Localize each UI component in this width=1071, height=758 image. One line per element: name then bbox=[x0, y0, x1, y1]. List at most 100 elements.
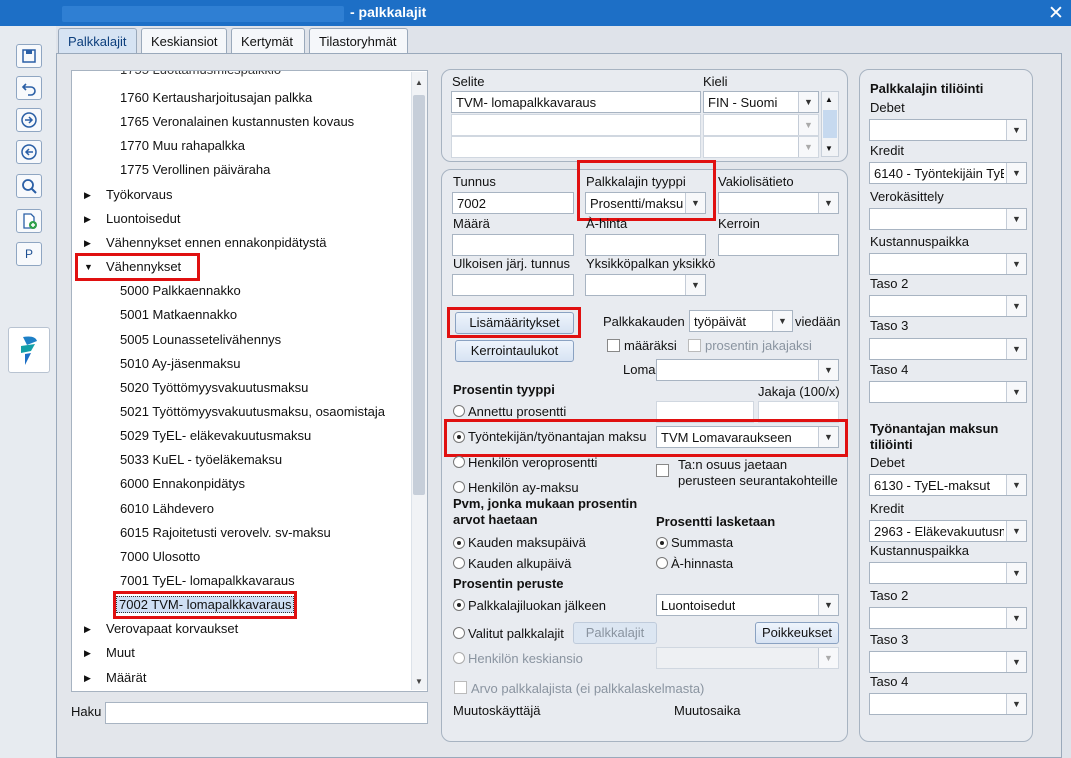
maara-input[interactable] bbox=[452, 234, 574, 256]
tab-palkkalajit[interactable]: Palkkalajit bbox=[58, 28, 137, 54]
tree-item[interactable]: 5005 Lounassetelivähennys bbox=[118, 329, 283, 351]
tree-item[interactable]: 5001 Matkaennakko bbox=[118, 304, 239, 326]
ahinta-input[interactable] bbox=[585, 234, 706, 256]
kieli-select[interactable]: FIN - Suomi ▼ bbox=[703, 91, 819, 113]
ulkoisen-input[interactable] bbox=[452, 274, 574, 296]
next-icon[interactable] bbox=[16, 108, 42, 132]
collapsed-arrow-icon[interactable]: ▶ bbox=[84, 642, 104, 664]
tree-item[interactable]: ▶ Luontoisedut bbox=[84, 208, 182, 230]
kieli-select-2[interactable]: ▼ bbox=[703, 114, 819, 136]
tree-item[interactable]: 1760 Kertausharjoitusajan palkka bbox=[118, 87, 314, 109]
kerrointaulukot-button[interactable]: Kerrointaulukot bbox=[455, 340, 574, 362]
prosentin-jakajaksi-checkbox[interactable] bbox=[688, 339, 701, 352]
p-button[interactable]: P bbox=[16, 242, 42, 266]
tree-item[interactable]: ▶ Muut bbox=[84, 642, 137, 664]
tree-item[interactable]: 5021 Työttömyysvakuutusmaksu, osaomistaj… bbox=[118, 401, 387, 423]
keskiansio-select[interactable]: ▼ bbox=[656, 647, 839, 669]
ay-maksu-radio[interactable] bbox=[453, 481, 465, 493]
tree-item[interactable]: ▼ Vähennykset bbox=[74, 253, 201, 282]
tree-item[interactable]: 7000 Ulosotto bbox=[118, 546, 202, 568]
tunnus-input[interactable]: 7002 bbox=[452, 192, 574, 214]
tree-item[interactable]: 6000 Ennakonpidätys bbox=[118, 473, 247, 495]
kieli-select-3[interactable]: ▼ bbox=[703, 136, 819, 158]
taso4-select[interactable]: ▼ bbox=[869, 381, 1027, 403]
tree-item[interactable]: ▶ Verovapaat korvaukset bbox=[84, 618, 240, 640]
expanded-arrow-icon[interactable]: ▼ bbox=[84, 256, 104, 278]
kauden-alkupaiva-radio[interactable] bbox=[453, 557, 465, 569]
yksikko-select[interactable]: ▼ bbox=[585, 274, 706, 296]
emp-taso4-select[interactable]: ▼ bbox=[869, 693, 1027, 715]
palkkalajiluokan-radio[interactable] bbox=[453, 599, 465, 611]
collapsed-arrow-icon[interactable]: ▶ bbox=[84, 667, 104, 689]
kerroin-input[interactable] bbox=[718, 234, 839, 256]
collapsed-arrow-icon[interactable]: ▶ bbox=[84, 232, 104, 254]
scroll-down-icon[interactable]: ▼ bbox=[825, 144, 833, 153]
tree-item[interactable]: 5000 Palkkaennakko bbox=[118, 280, 243, 302]
collapsed-arrow-icon[interactable]: ▶ bbox=[84, 208, 104, 230]
haku-input[interactable] bbox=[105, 702, 428, 724]
collapsed-arrow-icon[interactable]: ▶ bbox=[84, 618, 104, 640]
tan-osuus-checkbox[interactable] bbox=[656, 464, 669, 477]
vakio-select[interactable]: ▼ bbox=[718, 192, 839, 214]
tree-item[interactable]: 7001 TyEL- lomapalkkavaraus bbox=[118, 570, 297, 592]
lisamaaritykset-button[interactable]: Lisämääritykset bbox=[455, 312, 574, 334]
maaraksi-checkbox[interactable] bbox=[607, 339, 620, 352]
arvo-palkkalajista-checkbox[interactable] bbox=[454, 681, 467, 694]
new-document-icon[interactable] bbox=[16, 209, 42, 233]
scrollbar-thumb[interactable] bbox=[413, 95, 425, 495]
kustannuspaikka-select[interactable]: ▼ bbox=[869, 253, 1027, 275]
emp-debet-select[interactable]: 6130 - TyEL-maksut ▼ bbox=[869, 474, 1027, 496]
poikkeukset-button[interactable]: Poikkeukset bbox=[755, 622, 839, 644]
close-icon[interactable]: ✕ bbox=[1046, 2, 1066, 25]
collapsed-arrow-icon[interactable]: ▶ bbox=[84, 184, 104, 206]
tree-item[interactable]: 5020 Työttömyysvakuutusmaksu bbox=[118, 377, 310, 399]
tree-item[interactable]: 6015 Rajoitetusti verovelv. sv-maksu bbox=[118, 522, 333, 544]
tree-item[interactable]: 1765 Veronalainen kustannusten kovaus bbox=[118, 111, 356, 133]
tree-item[interactable]: 1770 Muu rahapalkka bbox=[118, 135, 247, 157]
tab-tilastoryhmat[interactable]: Tilastoryhmät bbox=[309, 28, 408, 54]
kauden-maksupaiva-radio[interactable] bbox=[453, 537, 465, 549]
annettu-radio[interactable] bbox=[453, 405, 465, 417]
kredit-select[interactable]: 6140 - Työntekijäin TyEL ▼ bbox=[869, 162, 1027, 184]
scrollbar-thumb[interactable] bbox=[823, 110, 837, 138]
scroll-up-icon[interactable]: ▲ bbox=[825, 95, 833, 104]
jakaja-input[interactable] bbox=[758, 401, 839, 423]
selite-input[interactable]: TVM- lomapalkkavaraus bbox=[451, 91, 701, 113]
scroll-down-icon[interactable]: ▼ bbox=[415, 677, 423, 686]
emp-taso2-select[interactable]: ▼ bbox=[869, 607, 1027, 629]
taso2-select[interactable]: ▼ bbox=[869, 295, 1027, 317]
keskiansio-radio[interactable] bbox=[453, 652, 465, 664]
loma-select[interactable]: ▼ bbox=[656, 359, 839, 381]
emp-kustannuspaikka-select[interactable]: ▼ bbox=[869, 562, 1027, 584]
save-icon[interactable] bbox=[16, 44, 42, 68]
emp-taso3-select[interactable]: ▼ bbox=[869, 651, 1027, 673]
debet-select[interactable]: ▼ bbox=[869, 119, 1027, 141]
summasta-radio[interactable] bbox=[656, 537, 668, 549]
tab-kertymat[interactable]: Kertymät bbox=[231, 28, 305, 54]
luontoisedut-select[interactable]: Luontoisedut ▼ bbox=[656, 594, 839, 616]
tree-item[interactable]: 1775 Verollinen päiväraha bbox=[118, 159, 272, 181]
tyontekijan-radio[interactable] bbox=[453, 431, 465, 443]
palkkalajit-button[interactable]: Palkkalajit bbox=[573, 622, 657, 644]
taso3-select[interactable]: ▼ bbox=[869, 338, 1027, 360]
tree-item[interactable]: 5010 Ay-jäsenmaksu bbox=[118, 353, 242, 375]
ahinnasta-radio[interactable] bbox=[656, 557, 668, 569]
valitut-radio[interactable] bbox=[453, 627, 465, 639]
tree-item[interactable]: 7002 TVM- lomapalkkavaraus bbox=[112, 591, 298, 620]
tree-item[interactable]: 5033 KuEL - työeläkemaksu bbox=[118, 449, 284, 471]
selite-input-2[interactable] bbox=[451, 114, 701, 136]
previous-icon[interactable] bbox=[16, 140, 42, 164]
tree-item[interactable]: ▶ Määrät bbox=[84, 667, 148, 689]
emp-kredit-select[interactable]: 2963 - Eläkevakuutusmaksut▼ bbox=[869, 520, 1027, 542]
selite-scrollbar[interactable]: ▲ ▼ bbox=[821, 91, 839, 157]
wage-type-tree[interactable]: 1755 Luottamusmiespalkkio 1760 Kertausha… bbox=[71, 70, 428, 692]
scroll-up-icon[interactable]: ▲ bbox=[415, 78, 423, 87]
tree-item-cut[interactable]: 1755 Luottamusmiespalkkio bbox=[120, 71, 281, 81]
tree-item[interactable]: 5029 TyEL- eläkevakuutusmaksu bbox=[118, 425, 313, 447]
undo-icon[interactable] bbox=[16, 76, 42, 100]
tree-item[interactable]: ▶ Vähennykset ennen ennakonpidätystä bbox=[84, 232, 328, 254]
selite-input-3[interactable] bbox=[451, 136, 701, 158]
tvm-select[interactable]: TVM Lomavaraukseen ▼ bbox=[656, 426, 839, 448]
tab-keskiansiot[interactable]: Keskiansiot bbox=[141, 28, 227, 54]
verokasittely-select[interactable]: ▼ bbox=[869, 208, 1027, 230]
